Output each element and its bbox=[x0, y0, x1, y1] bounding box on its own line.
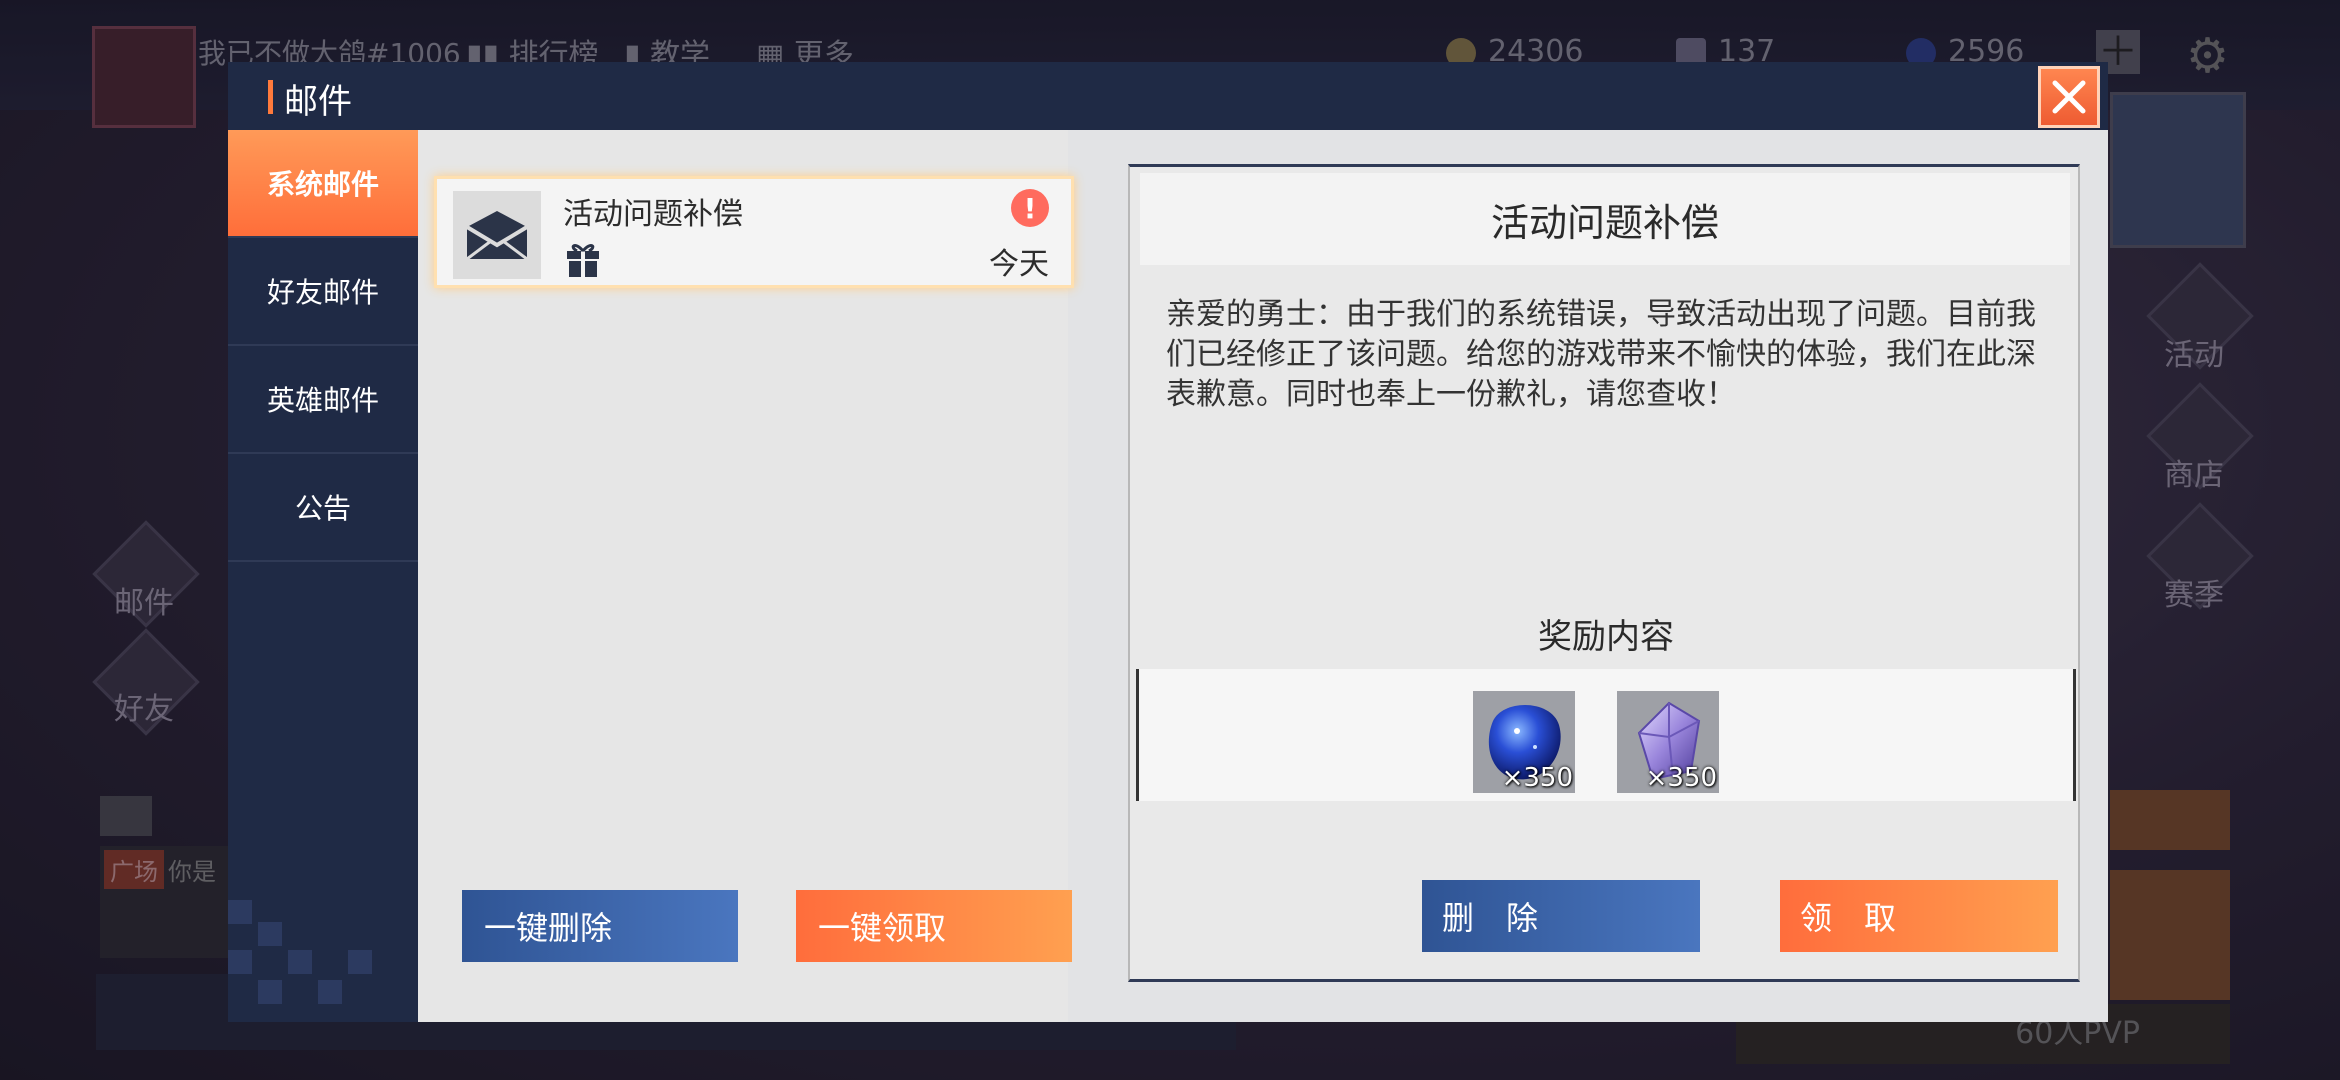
detail-title: 活动问题补偿 bbox=[1140, 173, 2070, 265]
tab-system-mail[interactable]: 系统邮件 bbox=[228, 130, 418, 238]
claim-all-button[interactable]: 一键领取 bbox=[796, 890, 1072, 962]
pixel-decoration bbox=[348, 950, 372, 974]
dialog-title: 邮件 bbox=[284, 82, 352, 122]
reward-title: 奖励内容 bbox=[1538, 617, 1674, 657]
pixel-decoration bbox=[228, 900, 252, 924]
pixel-decoration bbox=[318, 980, 342, 1004]
mail-subject: 活动问题补偿 bbox=[563, 197, 743, 232]
tab-hero-mail[interactable]: 英雄邮件 bbox=[228, 346, 418, 454]
mail-list-item[interactable]: 活动问题补偿 ! 今天 bbox=[434, 176, 1074, 288]
gift-icon bbox=[563, 239, 603, 283]
mail-icon-box bbox=[453, 191, 541, 279]
pixel-decoration bbox=[258, 922, 282, 946]
mail-category-sidebar: 系统邮件 好友邮件 英雄邮件 公告 bbox=[228, 130, 418, 1022]
close-button[interactable] bbox=[2038, 66, 2100, 128]
reward-item[interactable]: ×350 bbox=[1617, 691, 1719, 793]
reward-strip: ×350 ×350 bbox=[1136, 669, 2076, 801]
claim-button[interactable]: 领 取 bbox=[1780, 880, 2058, 952]
reward-quantity: ×350 bbox=[1645, 763, 1717, 793]
title-accent-bar bbox=[268, 80, 273, 114]
detail-body-text: 亲爱的勇士：由于我们的系统错误，导致活动出现了问题。目前我们已经修正了该问题。给… bbox=[1166, 297, 2036, 412]
envelope-icon bbox=[465, 211, 529, 261]
pixel-decoration bbox=[258, 980, 282, 1004]
tab-announcement[interactable]: 公告 bbox=[228, 454, 418, 562]
pixel-decoration bbox=[228, 950, 252, 974]
pixel-decoration bbox=[288, 950, 312, 974]
delete-button[interactable]: 删 除 bbox=[1422, 880, 1700, 952]
reward-item[interactable]: ×350 bbox=[1473, 691, 1575, 793]
reward-quantity: ×350 bbox=[1501, 763, 1573, 793]
tab-friend-mail[interactable]: 好友邮件 bbox=[228, 238, 418, 346]
close-icon bbox=[2052, 80, 2086, 114]
delete-all-button[interactable]: 一键删除 bbox=[462, 890, 738, 962]
unread-alert-icon: ! bbox=[1011, 189, 1049, 227]
dialog-header: 邮件 bbox=[228, 62, 2108, 130]
mail-date: 今天 bbox=[989, 247, 1049, 282]
mail-detail-pane: 活动问题补偿 亲爱的勇士：由于我们的系统错误，导致活动出现了问题。目前我们已经修… bbox=[1128, 164, 2080, 982]
